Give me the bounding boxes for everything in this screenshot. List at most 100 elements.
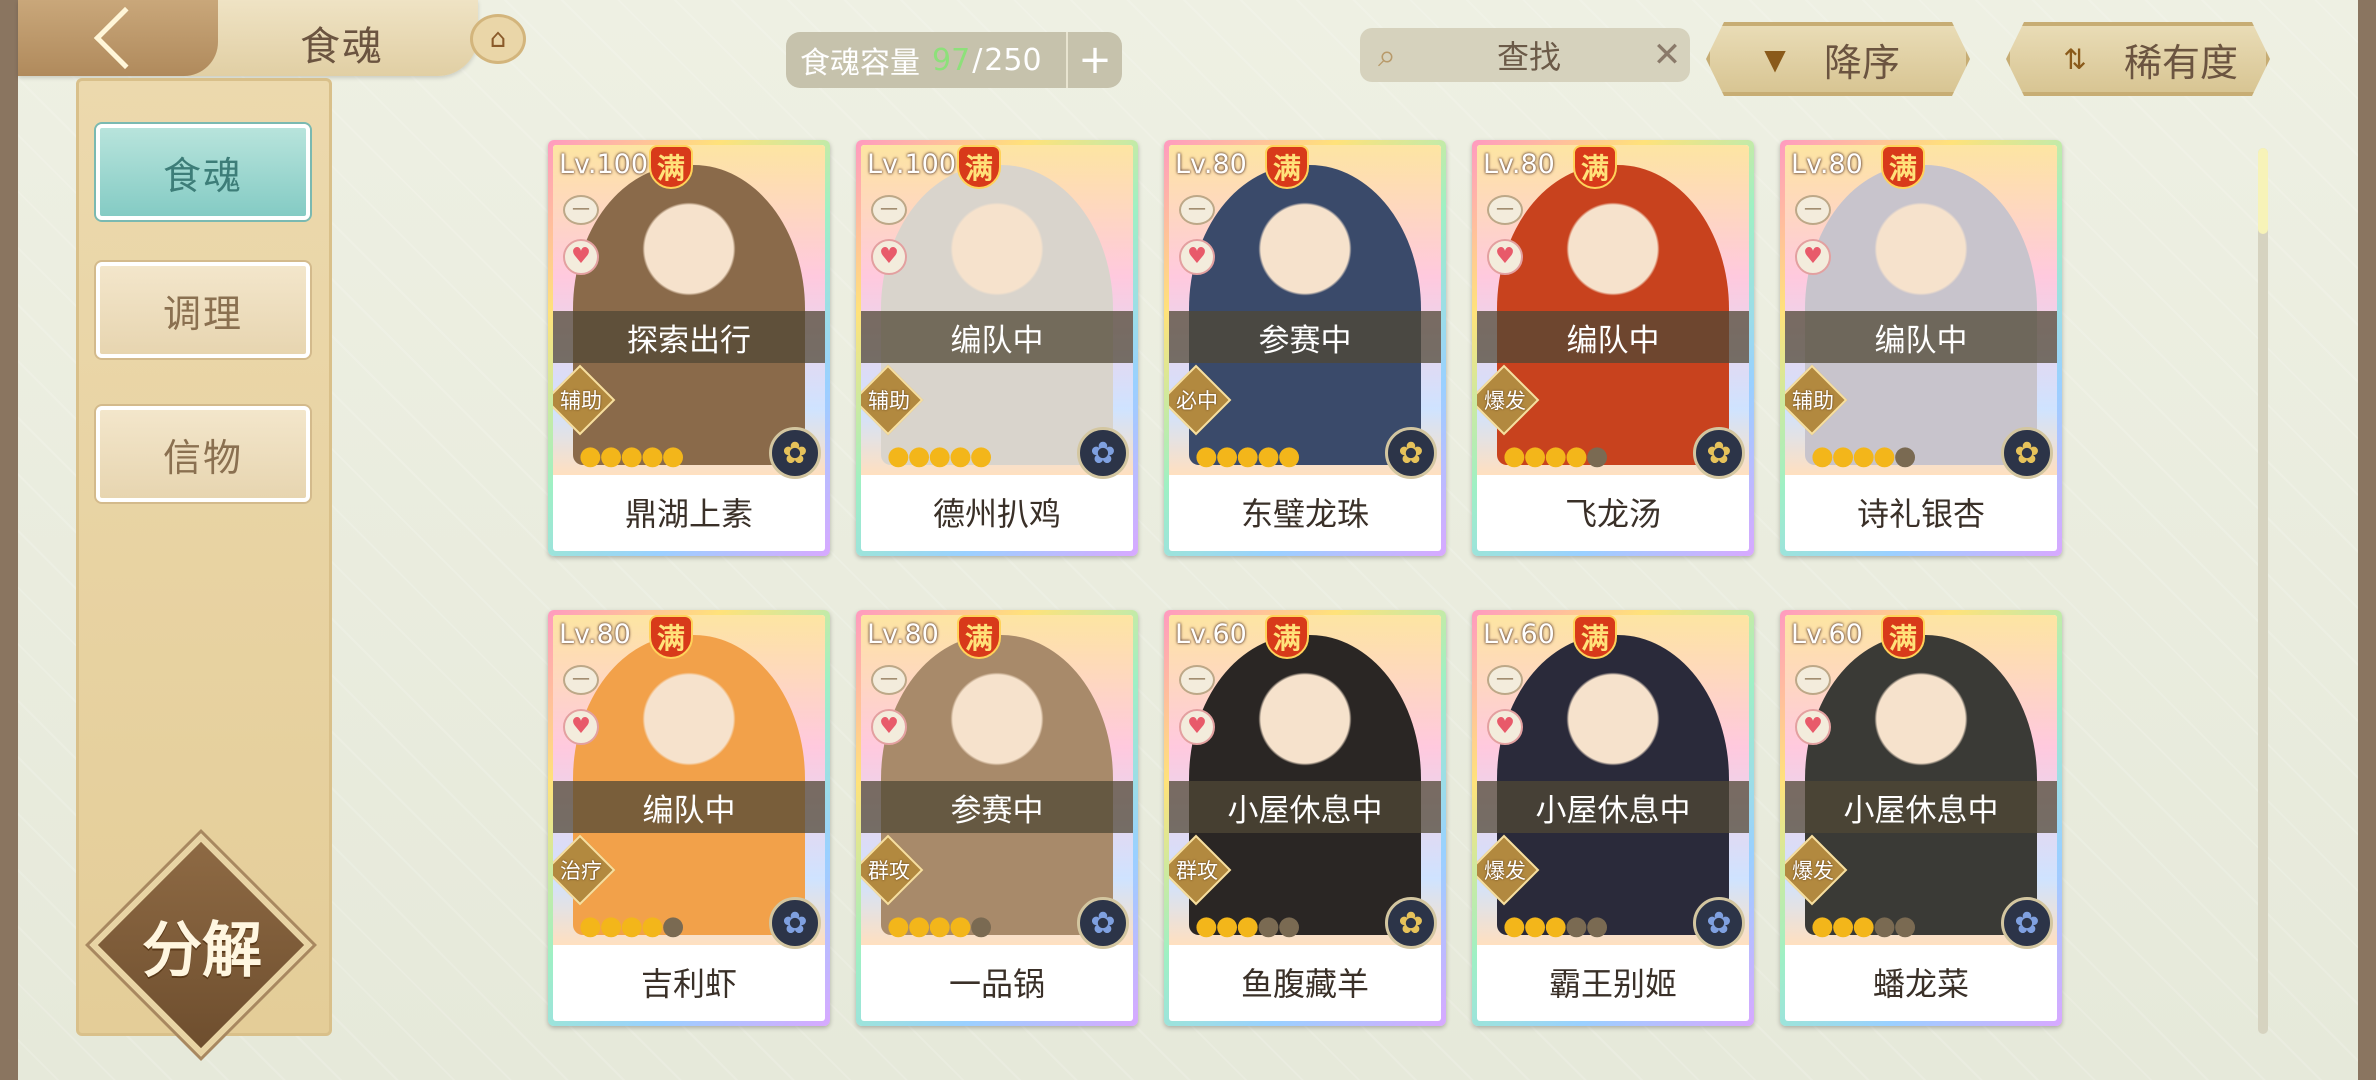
character-name: 霸王别姬 bbox=[1477, 949, 1749, 1015]
triangle-down-icon: ▼ bbox=[1764, 42, 1786, 76]
role-label: 辅助 bbox=[560, 389, 602, 413]
sort-order-button[interactable]: ▼ 降序 bbox=[1706, 22, 1970, 96]
rarity-sort-label: 稀有度 bbox=[2124, 40, 2239, 85]
star-rating: ●●●●● bbox=[579, 911, 684, 941]
flower-icon: ✿ bbox=[769, 427, 821, 479]
search-input[interactable]: 查找 bbox=[1414, 32, 1644, 78]
heart-icon[interactable]: ♥ bbox=[1179, 239, 1215, 275]
star-icon: ● bbox=[620, 441, 643, 471]
sidebar-item-cooking[interactable]: 调理 bbox=[96, 262, 310, 358]
minus-icon[interactable]: — bbox=[1795, 195, 1831, 225]
minus-icon[interactable]: — bbox=[1179, 195, 1215, 225]
star-rating: ●●●●● bbox=[1503, 911, 1608, 941]
star-icon: ● bbox=[1565, 441, 1588, 471]
food-soul-card[interactable]: Lv.80 满 — ♥ 编队中 治疗 ●●●●● ✿ 吉利虾 bbox=[548, 610, 830, 1026]
back-button[interactable] bbox=[18, 0, 218, 76]
level-label: Lv.100 bbox=[559, 149, 649, 180]
star-icon: ● bbox=[928, 441, 951, 471]
heart-icon[interactable]: ♥ bbox=[1179, 709, 1215, 745]
star-icon: ● bbox=[1544, 911, 1567, 941]
flower-icon: ✿ bbox=[1385, 427, 1437, 479]
star-icon: ● bbox=[1811, 441, 1834, 471]
star-icon: ● bbox=[949, 911, 972, 941]
character-name: 一品锅 bbox=[861, 949, 1133, 1015]
scrollbar-track[interactable] bbox=[2258, 148, 2268, 1034]
card-inner: Lv.80 满 — ♥ 编队中 爆发 ●●●●● ✿ 飞龙汤 bbox=[1477, 145, 1749, 551]
max-badge: 满 bbox=[1265, 145, 1309, 189]
star-icon: ● bbox=[1811, 911, 1834, 941]
food-soul-card[interactable]: Lv.60 满 — ♥ 小屋休息中 爆发 ●●●●● ✿ 蟠龙菜 bbox=[1780, 610, 2062, 1026]
status-label: 小屋休息中 bbox=[1477, 781, 1749, 833]
status-label: 编队中 bbox=[1477, 311, 1749, 363]
character-name: 东璧龙珠 bbox=[1169, 479, 1441, 545]
minus-icon[interactable]: — bbox=[1487, 195, 1523, 225]
role-label: 爆发 bbox=[1484, 859, 1526, 883]
level-label: Lv.100 bbox=[867, 149, 957, 180]
card-inner: Lv.100 满 — ♥ 探索出行 辅助 ●●●●● ✿ 鼎湖上素 bbox=[553, 145, 825, 551]
heart-icon[interactable]: ♥ bbox=[871, 239, 907, 275]
close-icon[interactable]: ✕ bbox=[1644, 35, 1690, 75]
star-icon: ● bbox=[1503, 441, 1526, 471]
status-label: 编队中 bbox=[553, 781, 825, 833]
rarity-sort-button[interactable]: ⇅ 稀有度 bbox=[2006, 22, 2270, 96]
level-label: Lv.60 bbox=[1791, 619, 1863, 650]
star-icon: ● bbox=[1893, 441, 1917, 471]
decompose-label[interactable]: 分解 bbox=[118, 902, 286, 989]
food-soul-card[interactable]: Lv.80 满 — ♥ 参赛中 群攻 ●●●●● ✿ 一品锅 bbox=[856, 610, 1138, 1026]
flower-icon: ✿ bbox=[2001, 897, 2053, 949]
role-label: 群攻 bbox=[1176, 859, 1218, 883]
heart-icon[interactable]: ♥ bbox=[1487, 709, 1523, 745]
card-inner: Lv.60 满 — ♥ 小屋休息中 群攻 ●●●●● ✿ 鱼腹藏羊 bbox=[1169, 615, 1441, 1021]
minus-icon[interactable]: — bbox=[1179, 665, 1215, 695]
sidebar-item-token[interactable]: 信物 bbox=[96, 406, 310, 502]
add-capacity-button[interactable]: + bbox=[1066, 32, 1122, 88]
scrollbar-thumb[interactable] bbox=[2258, 148, 2268, 234]
star-icon: ● bbox=[928, 911, 951, 941]
minus-icon[interactable]: — bbox=[871, 665, 907, 695]
star-icon: ● bbox=[887, 911, 910, 941]
star-icon: ● bbox=[887, 441, 910, 471]
minus-icon[interactable]: — bbox=[1795, 665, 1831, 695]
flower-icon: ✿ bbox=[1693, 897, 1745, 949]
star-icon: ● bbox=[1215, 911, 1239, 941]
food-soul-card[interactable]: Lv.100 满 — ♥ 编队中 辅助 ●●●●● ✿ 德州扒鸡 bbox=[856, 140, 1138, 556]
food-soul-card[interactable]: Lv.80 满 — ♥ 参赛中 必中 ●●●●● ✿ 东璧龙珠 bbox=[1164, 140, 1446, 556]
food-soul-card[interactable]: Lv.80 满 — ♥ 编队中 爆发 ●●●●● ✿ 飞龙汤 bbox=[1472, 140, 1754, 556]
heart-icon[interactable]: ♥ bbox=[871, 709, 907, 745]
card-inner: Lv.80 满 — ♥ 参赛中 群攻 ●●●●● ✿ 一品锅 bbox=[861, 615, 1133, 1021]
pavilion-icon[interactable]: ⌂ bbox=[470, 14, 526, 64]
level-label: Lv.60 bbox=[1483, 619, 1555, 650]
star-icon: ● bbox=[1257, 911, 1280, 941]
level-label: Lv.60 bbox=[1175, 619, 1247, 650]
level-label: Lv.80 bbox=[867, 619, 939, 650]
food-soul-card[interactable]: Lv.80 满 — ♥ 编队中 辅助 ●●●●● ✿ 诗礼银杏 bbox=[1780, 140, 2062, 556]
capacity-current: 97 bbox=[932, 42, 971, 78]
heart-icon[interactable]: ♥ bbox=[1795, 709, 1831, 745]
food-soul-card[interactable]: Lv.60 满 — ♥ 小屋休息中 爆发 ●●●●● ✿ 霸王别姬 bbox=[1472, 610, 1754, 1026]
role-label: 爆发 bbox=[1484, 389, 1526, 413]
minus-icon[interactable]: — bbox=[1487, 665, 1523, 695]
minus-icon[interactable]: — bbox=[871, 195, 907, 225]
level-label: Lv.80 bbox=[559, 619, 631, 650]
heart-icon[interactable]: ♥ bbox=[563, 239, 599, 275]
search-bar[interactable]: ⌕ 查找 ✕ bbox=[1360, 28, 1690, 82]
flower-icon: ✿ bbox=[2001, 427, 2053, 479]
star-icon: ● bbox=[1852, 911, 1875, 941]
max-badge: 满 bbox=[957, 615, 1001, 659]
food-soul-card[interactable]: Lv.100 满 — ♥ 探索出行 辅助 ●●●●● ✿ 鼎湖上素 bbox=[548, 140, 830, 556]
star-rating: ●●●●● bbox=[887, 441, 992, 471]
sidebar-item-food-soul[interactable]: 食魂 bbox=[96, 124, 310, 220]
role-label: 辅助 bbox=[1792, 389, 1834, 413]
screen-frame-right bbox=[2358, 0, 2376, 1080]
heart-icon[interactable]: ♥ bbox=[1487, 239, 1523, 275]
food-soul-card[interactable]: Lv.60 满 — ♥ 小屋休息中 群攻 ●●●●● ✿ 鱼腹藏羊 bbox=[1164, 610, 1446, 1026]
flower-icon: ✿ bbox=[1077, 897, 1129, 949]
minus-icon[interactable]: — bbox=[563, 665, 599, 695]
card-inner: Lv.80 满 — ♥ 编队中 治疗 ●●●●● ✿ 吉利虾 bbox=[553, 615, 825, 1021]
flower-icon: ✿ bbox=[1693, 427, 1745, 479]
heart-icon[interactable]: ♥ bbox=[1795, 239, 1831, 275]
minus-icon[interactable]: — bbox=[563, 195, 599, 225]
heart-icon[interactable]: ♥ bbox=[563, 709, 599, 745]
max-badge: 满 bbox=[1265, 615, 1309, 659]
star-icon: ● bbox=[969, 911, 993, 941]
